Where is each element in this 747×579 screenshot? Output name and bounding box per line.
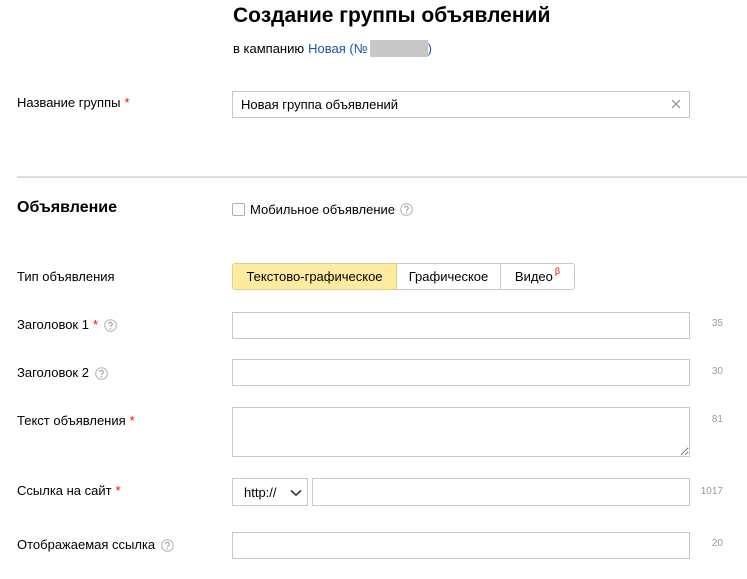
ad-type-video[interactable]: Видео β bbox=[500, 263, 575, 290]
required-mark: * bbox=[115, 483, 121, 498]
question-icon[interactable] bbox=[161, 538, 174, 552]
mobile-ad-checkbox[interactable] bbox=[232, 203, 245, 216]
title2-label: Заголовок 2 bbox=[17, 365, 108, 381]
redacted-block bbox=[369, 40, 428, 57]
ad-type-graphic[interactable]: Графическое bbox=[396, 263, 501, 290]
ad-text-field bbox=[232, 407, 690, 457]
protocol-value: http:// bbox=[244, 484, 277, 500]
question-icon[interactable] bbox=[95, 366, 108, 380]
display-link-input[interactable] bbox=[232, 532, 690, 559]
title1-field bbox=[232, 312, 690, 339]
protocol-select[interactable]: http:// bbox=[232, 478, 308, 506]
site-link-counter: 1017 bbox=[700, 486, 723, 497]
title2-label-text: Заголовок 2 bbox=[17, 365, 89, 380]
group-name-field bbox=[232, 91, 690, 118]
ad-type-text-graphic[interactable]: Текстово-графическое bbox=[232, 263, 397, 290]
display-link-field bbox=[232, 532, 690, 559]
group-name-label: Название группы * bbox=[17, 95, 130, 111]
ad-type-label: Тип объявления bbox=[17, 269, 115, 285]
title1-label: Заголовок 1 * bbox=[17, 317, 117, 333]
title1-label-text: Заголовок 1 bbox=[17, 317, 89, 332]
question-icon[interactable] bbox=[400, 203, 413, 216]
beta-badge: β bbox=[554, 266, 561, 276]
title2-field bbox=[232, 359, 690, 386]
campaign-prefix: в кампанию bbox=[233, 40, 305, 56]
page-title: Создание группы объявлений bbox=[233, 4, 551, 27]
title1-counter: 35 bbox=[711, 318, 723, 329]
display-link-label-text: Отображаемая ссылка bbox=[17, 537, 156, 552]
title2-input[interactable] bbox=[232, 359, 690, 386]
required-mark: * bbox=[92, 317, 99, 332]
ad-text-label-text: Текст объявления bbox=[17, 413, 126, 428]
mobile-ad-label[interactable]: Мобильное объявление bbox=[250, 202, 395, 218]
campaign-close: ) bbox=[427, 40, 433, 56]
ad-type-switch: Текстово-графическое Графическое Видео β bbox=[232, 263, 575, 290]
chevron-down-icon bbox=[290, 489, 302, 497]
site-link-label-text: Ссылка на сайт bbox=[17, 483, 112, 498]
ad-type-label-text: Тип объявления bbox=[17, 269, 115, 284]
question-icon[interactable] bbox=[104, 318, 117, 332]
required-mark: * bbox=[129, 413, 135, 428]
ad-text-textarea[interactable] bbox=[232, 407, 690, 457]
ad-text-label: Текст объявления * bbox=[17, 413, 135, 429]
title2-counter: 30 bbox=[711, 366, 723, 377]
display-link-label: Отображаемая ссылка bbox=[17, 537, 174, 553]
ad-text-counter: 81 bbox=[711, 414, 723, 425]
campaign-link[interactable]: Новая (№) bbox=[308, 40, 432, 57]
campaign-subtitle: в кампанию Новая (№) bbox=[233, 40, 432, 57]
ad-section-heading: Объявление bbox=[17, 199, 117, 216]
title1-input[interactable] bbox=[232, 312, 690, 339]
segment-label: Графическое bbox=[408, 269, 489, 284]
required-mark: * bbox=[124, 95, 130, 110]
campaign-name: Новая (№ bbox=[308, 40, 368, 56]
clear-icon[interactable] bbox=[671, 99, 681, 109]
display-link-counter: 20 bbox=[711, 538, 723, 549]
site-link-label: Ссылка на сайт * bbox=[17, 483, 121, 499]
group-name-input[interactable] bbox=[232, 91, 690, 118]
group-name-label-text: Название группы bbox=[17, 95, 121, 110]
segment-label: Текстово-графическое bbox=[246, 269, 383, 284]
section-divider bbox=[17, 176, 747, 178]
segment-label: Видео bbox=[514, 269, 553, 284]
mobile-ad-checkbox-row[interactable]: Мобильное объявление bbox=[232, 201, 413, 218]
site-link-input[interactable] bbox=[312, 478, 690, 506]
site-link-field bbox=[312, 478, 690, 506]
